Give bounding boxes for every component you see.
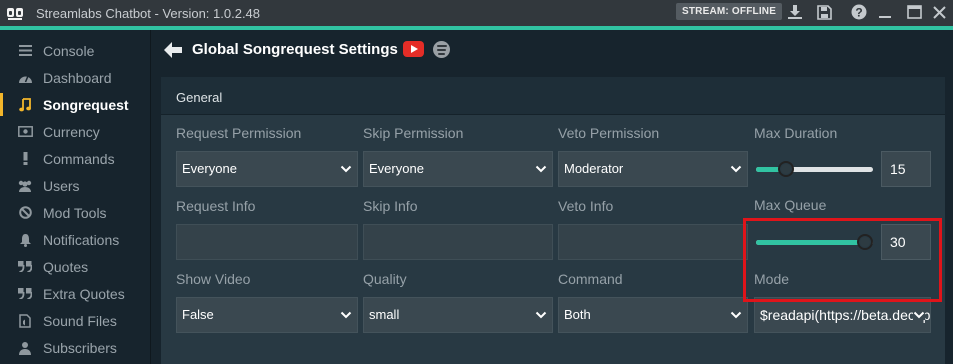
sidebar-item-notifications[interactable]: Notifications (0, 226, 151, 253)
show-video-label: Show Video (176, 271, 251, 287)
chevron-down-icon (340, 165, 352, 173)
skip-info-input[interactable] (363, 224, 553, 260)
skip-info-label: Skip Info (363, 198, 418, 214)
chevron-down-icon (535, 165, 547, 173)
skip-permission-select[interactable]: Everyone (363, 151, 553, 187)
sidebar-item-users[interactable]: Users (0, 172, 151, 199)
show-video-select[interactable]: False (176, 297, 358, 333)
console-icon (17, 45, 33, 56)
minimize-icon[interactable] (876, 3, 894, 21)
sidebar-item-label: Currency (43, 123, 100, 140)
main-content: Global Songrequest Settings General Requ… (152, 30, 953, 364)
chevron-down-icon (913, 310, 925, 320)
quality-label: Quality (363, 271, 407, 287)
sidebar-item-label: Users (43, 177, 80, 194)
sidebar-item-label: Subscribers (43, 339, 117, 356)
select-value: Everyone (369, 161, 424, 176)
section-title: General (176, 90, 223, 105)
request-permission-label: Request Permission (176, 125, 302, 141)
veto-info-input[interactable] (558, 224, 748, 260)
sidebar-item-quotes[interactable]: Quotes (0, 253, 151, 280)
chevron-down-icon (340, 311, 352, 319)
svg-text:?: ? (855, 6, 862, 20)
chevron-down-icon (730, 311, 742, 319)
stream-status-badge: STREAM: OFFLINE (676, 3, 783, 20)
spotify-icon (433, 41, 450, 58)
max-duration-label: Max Duration (754, 125, 838, 141)
slider-handle[interactable] (778, 161, 795, 177)
skip-permission-label: Skip Permission (363, 125, 464, 141)
quote-icon (17, 261, 33, 272)
chevron-down-icon (535, 311, 547, 319)
bell-icon (17, 233, 33, 247)
veto-permission-label: Veto Permission (558, 125, 660, 141)
select-value: $readapi(https://beta.decapi (760, 307, 931, 323)
sidebar-item-commands[interactable]: Commands (0, 145, 151, 172)
sidebar-item-label: Songrequest (43, 96, 129, 113)
mode-select[interactable]: $readapi(https://beta.decapi (754, 297, 931, 333)
request-info-label: Request Info (176, 198, 256, 214)
quality-select[interactable]: small (363, 297, 553, 333)
window-title: Streamlabs Chatbot - Version: 1.0.2.48 (36, 5, 261, 21)
sidebar-item-mod-tools[interactable]: Mod Tools (0, 199, 151, 226)
page-title: Global Songrequest Settings (192, 41, 398, 58)
sidebar-item-label: Mod Tools (43, 204, 107, 221)
sidebar-item-songrequest[interactable]: Songrequest (0, 91, 151, 118)
sidebar-item-label: Commands (43, 150, 115, 167)
sidebar-item-sound-files[interactable]: Sound Files (0, 307, 151, 334)
sidebar-item-extra-quotes[interactable]: Extra Quotes (0, 280, 151, 307)
select-value: Moderator (564, 161, 624, 176)
chevron-down-icon (730, 165, 742, 173)
sidebar-item-label: Notifications (43, 231, 120, 248)
sidebar-item-label: Sound Files (43, 312, 117, 329)
sidebar-item-label: Dashboard (43, 69, 112, 86)
help-icon[interactable]: ? (850, 3, 868, 21)
exclamation-icon (17, 152, 33, 165)
max-queue-label: Max Queue (754, 197, 827, 213)
users-icon (17, 180, 33, 192)
sidebar-item-label: Console (43, 42, 95, 59)
youtube-icon (403, 41, 424, 57)
save-icon[interactable] (815, 3, 833, 21)
sidebar-item-console[interactable]: Console (0, 37, 151, 64)
dashboard-icon (17, 72, 33, 84)
subscriber-icon (17, 341, 33, 355)
command-select[interactable]: Both (558, 297, 748, 333)
request-info-input[interactable] (176, 224, 358, 260)
select-value: Both (564, 307, 591, 322)
title-bar: Streamlabs Chatbot - Version: 1.0.2.48 S… (0, 0, 953, 26)
streamlabs-logo-icon (5, 5, 25, 21)
max-duration-input[interactable]: 15 (881, 151, 931, 187)
back-arrow-icon[interactable] (163, 41, 183, 59)
request-permission-select[interactable]: Everyone (176, 151, 358, 187)
download-icon[interactable] (786, 3, 804, 21)
select-value: small (369, 307, 400, 322)
command-label: Command (558, 271, 623, 287)
veto-permission-select[interactable]: Moderator (558, 151, 748, 187)
maximize-icon[interactable] (905, 3, 923, 21)
panel-header: General (161, 77, 945, 115)
file-audio-icon (17, 313, 33, 328)
currency-icon (17, 126, 33, 137)
sidebar-item-label: Quotes (43, 258, 89, 275)
ban-icon (17, 206, 33, 219)
max-duration-slider[interactable] (756, 161, 873, 177)
select-value: False (182, 307, 214, 322)
mode-highlight-box (743, 218, 942, 302)
select-value: Everyone (182, 161, 237, 176)
close-icon[interactable] (930, 3, 948, 21)
sidebar-item-label: Extra Quotes (43, 285, 125, 302)
sidebar-item-currency[interactable]: Currency (0, 118, 151, 145)
sidebar-item-dashboard[interactable]: Dashboard (0, 64, 151, 91)
sidebar: Console Dashboard Songrequest Currency C… (0, 30, 151, 364)
quote-icon (17, 288, 33, 299)
veto-info-label: Veto Info (558, 198, 614, 214)
sidebar-item-subscribers[interactable]: Subscribers (0, 334, 151, 361)
music-note-icon (17, 97, 33, 112)
